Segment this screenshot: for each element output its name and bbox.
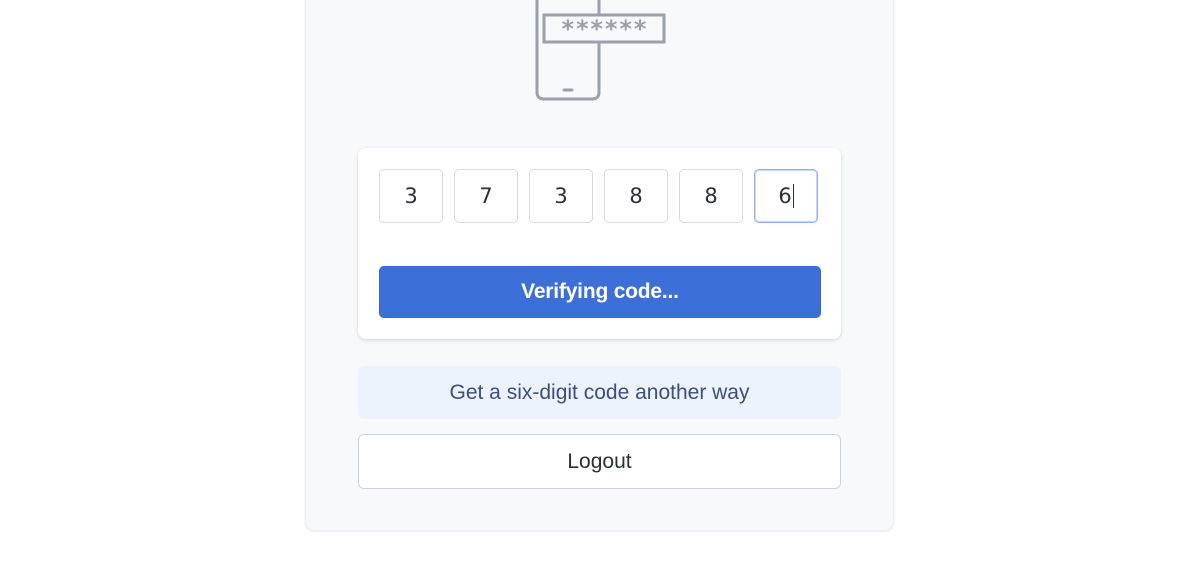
alternate-method-button[interactable]: Get a six-digit code another way (358, 366, 841, 419)
digit-value: 6 (778, 184, 792, 208)
digit-input-3[interactable]: 3 (529, 169, 593, 223)
digit-inputs: 3 7 3 8 8 6 (379, 169, 818, 223)
digit-value: 8 (704, 184, 718, 208)
digit-input-4[interactable]: 8 (604, 169, 668, 223)
digit-input-6[interactable]: 6 (754, 169, 818, 223)
digit-input-2[interactable]: 7 (454, 169, 518, 223)
digit-value: 8 (629, 184, 643, 208)
digit-input-5[interactable]: 8 (679, 169, 743, 223)
digit-input-1[interactable]: 3 (379, 169, 443, 223)
digit-value: 3 (554, 184, 568, 208)
text-caret (792, 184, 794, 208)
masked-code-text: ****** (561, 15, 648, 43)
verify-button[interactable]: Verifying code... (379, 266, 821, 318)
digit-value: 3 (404, 184, 418, 208)
phone-with-password-icon: ****** (535, 0, 666, 101)
code-entry-card: 3 7 3 8 8 6 Verifying code... (358, 148, 841, 339)
digit-value: 7 (479, 184, 493, 208)
logout-button[interactable]: Logout (358, 434, 841, 489)
